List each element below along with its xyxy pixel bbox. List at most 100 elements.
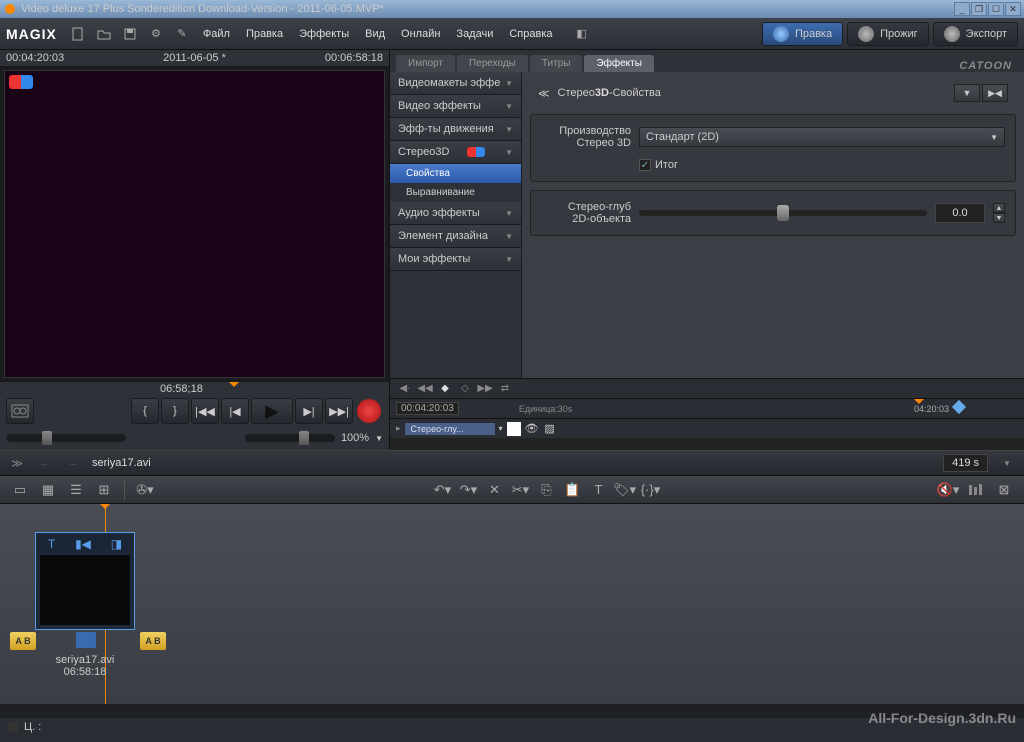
- delete-icon[interactable]: ✕: [483, 479, 507, 501]
- eye-icon[interactable]: 👁: [525, 422, 539, 436]
- cut-icon[interactable]: ✂▾: [509, 479, 533, 501]
- volume-slider[interactable]: [6, 434, 126, 442]
- back-icon[interactable]: ≪: [538, 87, 550, 100]
- open-file-icon[interactable]: [91, 22, 117, 46]
- kf-timecode[interactable]: 00:04:20:03: [396, 402, 459, 415]
- mode-edit-button[interactable]: Правка: [762, 22, 843, 46]
- save-icon[interactable]: [117, 22, 143, 46]
- clip-title-icon[interactable]: T: [48, 537, 55, 551]
- tab-transitions[interactable]: Переходы: [457, 55, 528, 72]
- preview-ruler[interactable]: 06:58;18: [0, 382, 389, 396]
- fxsub-properties[interactable]: Свойства: [390, 164, 521, 183]
- tab-titles[interactable]: Титры: [530, 55, 583, 72]
- kf-diamond-icon[interactable]: ◆: [438, 382, 452, 396]
- kf-track-clip[interactable]: Стерео-глу...: [405, 423, 495, 435]
- window-maximize-button[interactable]: ☐: [988, 2, 1004, 16]
- view-single-icon[interactable]: ▭: [8, 479, 32, 501]
- kf-expand-icon[interactable]: ▸: [396, 423, 401, 434]
- window-close-button[interactable]: ✕: [1005, 2, 1021, 16]
- mode-export-button[interactable]: Экспорт: [933, 22, 1018, 46]
- spinner-up[interactable]: ▲: [993, 203, 1005, 213]
- final-checkbox[interactable]: ✓Итог: [639, 159, 1005, 171]
- preview-viewport[interactable]: [4, 70, 385, 378]
- dur-dropdown-icon[interactable]: ▼: [998, 459, 1016, 468]
- undo-icon[interactable]: ↶▾: [431, 479, 455, 501]
- settings-icon[interactable]: ⚙: [143, 22, 169, 46]
- keyframe-ruler[interactable]: 00:04:20:03 Единица:30s 04:20:03: [390, 398, 1024, 418]
- production-select[interactable]: Стандарт (2D)▼: [639, 127, 1005, 147]
- tab-import[interactable]: Импорт: [396, 55, 455, 72]
- view-grid-icon[interactable]: ▦: [36, 479, 60, 501]
- film-icon[interactable]: [6, 398, 34, 424]
- fxcat-templates[interactable]: Видеомакеты эффе▼: [390, 72, 521, 95]
- kf-beginning-icon[interactable]: ◀·: [398, 382, 412, 396]
- paste-icon[interactable]: 📋: [561, 479, 585, 501]
- clip-flag-icon[interactable]: ▮◀: [75, 537, 91, 551]
- view-scene-icon[interactable]: ⊞: [92, 479, 116, 501]
- kf-next-diamond-icon[interactable]: ▶▶: [478, 382, 492, 396]
- timeline[interactable]: T ▮◀ ◨ A B A B seriya17.avi 06:58:18: [0, 504, 1024, 704]
- mixer-icon[interactable]: [964, 479, 988, 501]
- kf-diamond-marker[interactable]: [952, 400, 966, 414]
- fxcat-stereo3d[interactable]: Стерео3D▼: [390, 141, 521, 164]
- group-icon[interactable]: {·}▾: [639, 479, 663, 501]
- nav-fwd-icon[interactable]: →: [64, 457, 82, 469]
- menu-file[interactable]: Файл: [195, 28, 238, 40]
- menu-tasks[interactable]: Задачи: [448, 28, 501, 40]
- copy-icon[interactable]: ⎘: [535, 479, 559, 501]
- record-button[interactable]: [355, 398, 383, 424]
- mark-in-button[interactable]: {: [131, 398, 159, 424]
- zoom-dropdown-icon[interactable]: ▼: [375, 434, 383, 443]
- nav-down-button[interactable]: ▼: [954, 84, 980, 102]
- reel-icon[interactable]: ✇▾: [133, 479, 157, 501]
- window-restore-button[interactable]: ❐: [971, 2, 987, 16]
- menu-view[interactable]: Вид: [357, 28, 393, 40]
- menu-online[interactable]: Онлайн: [393, 28, 448, 40]
- next-frame-button[interactable]: ▶|: [295, 398, 323, 424]
- nav-back-icon[interactable]: ←: [36, 457, 54, 469]
- goto-end-button[interactable]: ▶▶|: [325, 398, 353, 424]
- zoom-slider[interactable]: [245, 434, 335, 442]
- tab-effects[interactable]: Эффекты: [584, 55, 653, 72]
- kf-color-swatch[interactable]: [507, 422, 521, 436]
- menu-effects[interactable]: Эффекты: [291, 28, 357, 40]
- new-file-icon[interactable]: [65, 22, 91, 46]
- timeline-clip[interactable]: T ▮◀ ◨: [35, 532, 135, 630]
- kf-prev-diamond-icon[interactable]: ◀◀: [418, 382, 432, 396]
- mode-burn-button[interactable]: Прожиг: [847, 22, 929, 46]
- nav-extent-button[interactable]: ▶◀: [982, 84, 1008, 102]
- menu-edit[interactable]: Правка: [238, 28, 291, 40]
- help-extra-icon[interactable]: ◧: [569, 22, 595, 46]
- prev-frame-button[interactable]: |◀: [221, 398, 249, 424]
- text-icon[interactable]: T: [587, 479, 611, 501]
- mark-out-button[interactable]: }: [161, 398, 189, 424]
- spinner-down[interactable]: ▼: [993, 213, 1005, 223]
- kf-scrollbar[interactable]: [390, 438, 1024, 450]
- fxcat-motion[interactable]: Эфф-ты движения▼: [390, 118, 521, 141]
- tag-icon[interactable]: 🏷▾: [613, 479, 637, 501]
- depth-value[interactable]: 0.0: [935, 203, 985, 223]
- ab-marker-start[interactable]: A B: [10, 632, 36, 650]
- depth-slider[interactable]: [639, 210, 927, 216]
- fxcat-video[interactable]: Видео эффекты▼: [390, 95, 521, 118]
- fxsub-alignment[interactable]: Выравнивание: [390, 183, 521, 202]
- kf-extra-icon[interactable]: ▨: [543, 422, 557, 436]
- kf-copy-icon[interactable]: ⇄: [498, 382, 512, 396]
- tool-close-icon[interactable]: ⊠: [992, 479, 1016, 501]
- window-minimize-button[interactable]: _: [954, 2, 970, 16]
- fxcat-myfx[interactable]: Мои эффекты▼: [390, 248, 521, 271]
- mute-icon[interactable]: 🔇▾: [936, 479, 960, 501]
- redo-icon[interactable]: ↷▾: [457, 479, 481, 501]
- play-button[interactable]: ▶: [251, 398, 293, 424]
- kf-add-icon[interactable]: ◇: [458, 382, 472, 396]
- clip-fx-icon[interactable]: ◨: [111, 537, 122, 551]
- goto-start-button[interactable]: |◀◀: [191, 398, 219, 424]
- kf-track-dropdown[interactable]: ▾: [499, 424, 503, 433]
- ab-marker-end[interactable]: A B: [140, 632, 166, 650]
- fxcat-design[interactable]: Элемент дизайна▼: [390, 225, 521, 248]
- collapse-icon[interactable]: ≫: [8, 457, 26, 470]
- wand-icon[interactable]: ✎: [169, 22, 195, 46]
- fxcat-audio[interactable]: Аудио эффекты▼: [390, 202, 521, 225]
- menu-help[interactable]: Справка: [501, 28, 560, 40]
- view-list-icon[interactable]: ☰: [64, 479, 88, 501]
